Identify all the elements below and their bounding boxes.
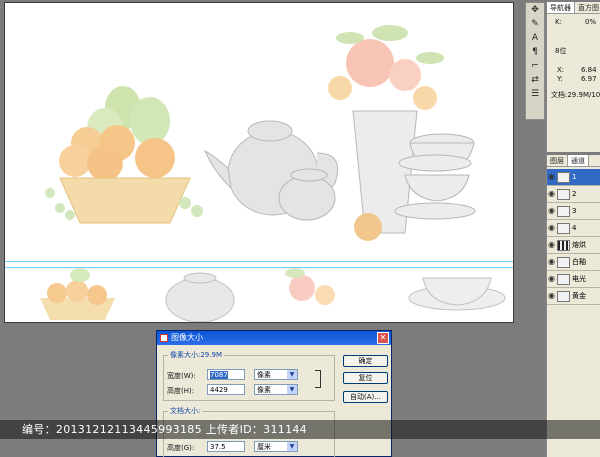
channel-row[interactable]: ◉ 白釉: [547, 254, 600, 271]
watermark-text: 编号：20131212113445993185 上传者ID：311144: [22, 423, 307, 436]
doc-size: 文档:29.9M/106.3: [551, 91, 600, 99]
channel-name: 电光: [572, 275, 586, 283]
channel-row[interactable]: ◉ 电光: [547, 271, 600, 288]
eye-icon[interactable]: ◉: [547, 272, 556, 286]
y-label: Y:: [557, 75, 563, 83]
channel-row[interactable]: ◉ 4: [547, 220, 600, 237]
chevron-down-icon: ▼: [287, 370, 297, 379]
watermark-strip: 编号：20131212113445993185 上传者ID：311144: [0, 420, 600, 439]
bit-depth: 8位: [555, 47, 567, 55]
eye-icon[interactable]: ◉: [547, 204, 556, 218]
chevron-down-icon: ▼: [287, 385, 297, 394]
channel-thumbnail: [557, 171, 570, 183]
height-value: 4429: [210, 386, 228, 394]
doc-height-label: 高度(G):: [167, 444, 195, 452]
app-icon: [160, 334, 168, 342]
x-label: X:: [557, 66, 565, 74]
swap-icon[interactable]: ⇄: [527, 74, 543, 87]
paragraph-icon[interactable]: ¶: [527, 46, 543, 59]
height-unit: 像素: [257, 386, 271, 394]
channel-thumbnail: [557, 256, 570, 268]
document-canvas[interactable]: [4, 2, 514, 323]
channel-row[interactable]: ◉ 2: [547, 186, 600, 203]
channel-row[interactable]: ◉ 3: [547, 203, 600, 220]
channel-name: 2: [572, 190, 577, 198]
panel-tool-strip: ✥ ✎ A ¶ ⌐ ⇄ ☰: [525, 2, 545, 120]
pixel-group-label: 像素大小:29.9M: [168, 350, 224, 360]
k-label: K:: [555, 18, 562, 26]
eye-icon[interactable]: ◉: [547, 238, 556, 252]
height-unit-select[interactable]: 像素 ▼: [254, 384, 298, 395]
channel-thumbnail: [557, 188, 570, 200]
brush-icon[interactable]: ⌐: [527, 60, 543, 73]
channel-name: 1: [572, 173, 577, 181]
height-label: 高度(H):: [167, 387, 195, 395]
width-unit-select[interactable]: 像素 ▼: [254, 369, 298, 380]
tab-channels[interactable]: 通道: [568, 155, 589, 166]
channel-name: 熔烘: [572, 241, 586, 249]
channel-thumbnail: [557, 273, 570, 285]
eye-icon[interactable]: ◉: [547, 187, 556, 201]
dialog-title-bar[interactable]: 图像大小 ✕: [157, 331, 391, 345]
auto-button[interactable]: 自动(A)...: [343, 391, 388, 403]
channel-row[interactable]: ◉ 黄金: [547, 288, 600, 305]
constrain-link-icon: [315, 370, 321, 388]
ok-button[interactable]: 确定: [343, 355, 388, 367]
doc-height-unit-select[interactable]: 厘米 ▼: [254, 441, 298, 452]
channel-name: 4: [572, 224, 577, 232]
doc-height-field[interactable]: 37.5: [207, 441, 245, 452]
dialog-title: 图像大小: [171, 333, 203, 342]
eyedropper-icon[interactable]: ✎: [527, 18, 543, 31]
channel-row[interactable]: ◉ 1: [547, 169, 600, 186]
height-field[interactable]: 4429: [207, 384, 245, 395]
channels-panel: 图层 通道 ◉ 1 ◉ 2 ◉ 3 ◉ 4 ◉ 熔烘 ◉ 白釉 ◉ 电光 ◉ 黄金: [546, 155, 600, 457]
channel-thumbnail: [557, 222, 570, 234]
channel-thumbnail: [557, 290, 570, 302]
close-icon[interactable]: ✕: [377, 332, 389, 344]
doc-height-value: 37.5: [210, 443, 226, 451]
k-value: 0%: [585, 18, 597, 26]
channel-row[interactable]: ◉ 熔烘: [547, 237, 600, 254]
width-label: 宽度(W):: [167, 372, 196, 380]
reset-button[interactable]: 复位: [343, 372, 388, 384]
channel-name: 黄金: [572, 292, 586, 300]
channel-thumbnail: [557, 205, 570, 217]
eye-icon[interactable]: ◉: [547, 289, 556, 303]
channel-name: 3: [572, 207, 577, 215]
still-life-artwork: [5, 25, 513, 322]
tab-navigator[interactable]: 导航器: [547, 2, 575, 13]
eye-icon[interactable]: ◉: [547, 255, 556, 269]
width-field[interactable]: 7087: [207, 369, 245, 380]
channel-name: 白釉: [572, 258, 586, 266]
width-unit: 像素: [257, 371, 271, 379]
chevron-down-icon: ▼: [287, 442, 297, 451]
eye-icon[interactable]: ◉: [547, 170, 556, 184]
eye-icon[interactable]: ◉: [547, 221, 556, 235]
text-tool-icon[interactable]: A: [527, 32, 543, 45]
history-icon[interactable]: ☰: [527, 88, 543, 101]
move-tool-icon[interactable]: ✥: [527, 4, 543, 17]
doc-height-unit: 厘米: [257, 443, 271, 451]
info-panel: 导航器 直方图 K: 0% 8位 X: 6.84 Y: 6.97 文档:29.9…: [546, 2, 600, 152]
channel-list: ◉ 1 ◉ 2 ◉ 3 ◉ 4 ◉ 熔烘 ◉ 白釉 ◉ 电光 ◉ 黄金: [547, 169, 600, 305]
tab-layers[interactable]: 图层: [547, 155, 568, 166]
width-value: 7087: [210, 371, 228, 379]
channel-thumbnail: [557, 239, 570, 251]
tab-histogram[interactable]: 直方图: [575, 2, 600, 13]
y-value: 6.97: [581, 75, 597, 83]
x-value: 6.84: [581, 66, 597, 74]
doc-group-label: 文档大小:: [168, 406, 203, 416]
